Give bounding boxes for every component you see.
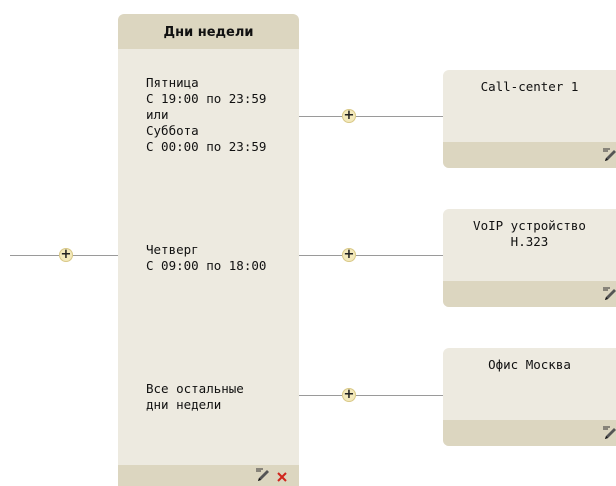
- condition-friday-saturday[interactable]: Пятница С 19:00 по 23:59 или Суббота С 0…: [146, 75, 266, 155]
- delete-icon[interactable]: [276, 471, 288, 483]
- target-title: Call-center 1: [480, 79, 579, 94]
- target-footer: [443, 281, 616, 307]
- route-line-1: [299, 116, 443, 117]
- route-line-2: [299, 255, 443, 256]
- target-moscow-office[interactable]: Офис Москва: [443, 348, 616, 446]
- edit-icon[interactable]: [254, 467, 272, 483]
- days-block-title: Дни недели: [118, 14, 299, 49]
- edit-icon[interactable]: [601, 286, 616, 302]
- condition-thursday[interactable]: Четверг С 09:00 по 18:00: [146, 242, 266, 274]
- days-block-footer: [118, 465, 299, 486]
- add-route-button-1[interactable]: +: [342, 109, 356, 123]
- target-footer: [443, 142, 616, 168]
- target-call-center[interactable]: Call-center 1: [443, 70, 616, 168]
- target-title: Офис Москва: [488, 357, 571, 372]
- target-footer: [443, 420, 616, 446]
- condition-other-days[interactable]: Все остальные дни недели: [146, 381, 244, 413]
- target-title: VoIP устройство H.323: [473, 218, 586, 249]
- edit-icon[interactable]: [601, 147, 616, 163]
- add-incoming-button[interactable]: +: [59, 248, 73, 262]
- add-route-button-3[interactable]: +: [342, 388, 356, 402]
- route-line-3: [299, 395, 443, 396]
- target-voip-device[interactable]: VoIP устройство H.323: [443, 209, 616, 307]
- edit-icon[interactable]: [601, 425, 616, 441]
- days-of-week-block: Дни недели Пятница С 19:00 по 23:59 или …: [118, 14, 299, 486]
- add-route-button-2[interactable]: +: [342, 248, 356, 262]
